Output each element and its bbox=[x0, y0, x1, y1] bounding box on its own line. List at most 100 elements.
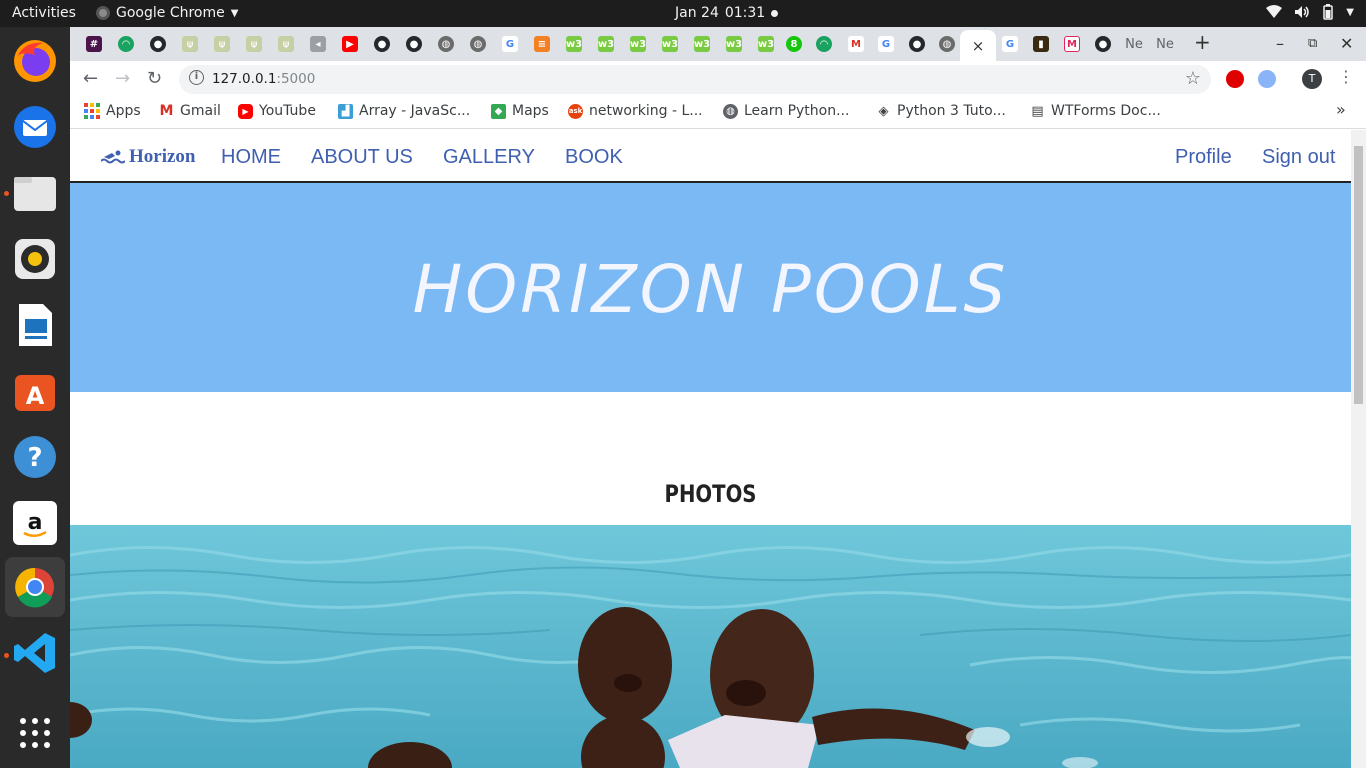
nav-profile[interactable]: Profile bbox=[1175, 146, 1232, 169]
bookmark-gmail[interactable]: M Gmail bbox=[159, 103, 221, 119]
nav-gallery[interactable]: GALLERY bbox=[443, 146, 535, 169]
tab[interactable]: w3 bbox=[723, 33, 745, 55]
bookmark-learn-python[interactable]: ◍ Learn Python... bbox=[723, 103, 849, 119]
tab[interactable]: ● bbox=[147, 33, 169, 55]
active-tab[interactable]: × bbox=[960, 30, 996, 61]
tab[interactable]: ⍦ bbox=[275, 33, 297, 55]
amazon-icon[interactable]: a bbox=[11, 499, 59, 547]
adblock-extension-icon[interactable] bbox=[1226, 70, 1244, 88]
brand-link[interactable]: Horizon bbox=[101, 146, 196, 168]
bookmark-networking[interactable]: ask networking - L... bbox=[568, 103, 703, 119]
tab[interactable]: ⍦ bbox=[243, 33, 265, 55]
page-scrollbar[interactable] bbox=[1351, 130, 1366, 768]
app-menu[interactable]: Google Chrome ▼ bbox=[96, 5, 238, 21]
chrome-app-icon bbox=[96, 6, 110, 20]
tab[interactable]: ≡ bbox=[531, 33, 553, 55]
tab[interactable]: ◂ bbox=[307, 33, 329, 55]
tab[interactable]: G bbox=[499, 33, 521, 55]
restore-button[interactable]: ⧉ bbox=[1308, 36, 1317, 51]
tab[interactable]: G bbox=[999, 33, 1021, 55]
tab-close-icon[interactable]: × bbox=[972, 37, 985, 55]
minimize-button[interactable]: – bbox=[1276, 34, 1284, 53]
nav-book[interactable]: BOOK bbox=[565, 146, 623, 169]
tab[interactable]: M bbox=[845, 33, 867, 55]
rhythmbox-icon[interactable] bbox=[11, 235, 59, 283]
libreoffice-impress-icon[interactable] bbox=[11, 301, 59, 349]
tab[interactable]: ◍ bbox=[435, 33, 457, 55]
new-tab-button[interactable]: + bbox=[1194, 30, 1211, 54]
bookmarks-overflow-button[interactable]: » bbox=[1336, 100, 1346, 119]
help-icon[interactable]: ? bbox=[11, 433, 59, 481]
activities-button[interactable]: Activities bbox=[12, 5, 76, 21]
chrome-menu-icon[interactable]: ⋮ bbox=[1338, 67, 1354, 86]
scrollbar-thumb[interactable] bbox=[1354, 146, 1363, 404]
w3schools-icon: w3 bbox=[758, 36, 774, 52]
ubuntu-software-icon[interactable]: A bbox=[11, 367, 59, 415]
page-viewport: Horizon HOME ABOUT US GALLERY BOOK Profi… bbox=[70, 130, 1366, 768]
swimmer-icon bbox=[101, 150, 125, 164]
tab[interactable]: ◍ bbox=[936, 33, 958, 55]
bookmark-python3-tutorial[interactable]: ◈ Python 3 Tuto... bbox=[876, 103, 1006, 119]
tab[interactable]: w3 bbox=[627, 33, 649, 55]
nav-sign-out[interactable]: Sign out bbox=[1262, 146, 1335, 169]
tab[interactable]: w3 bbox=[659, 33, 681, 55]
site-info-icon[interactable]: i bbox=[189, 70, 204, 85]
show-applications-icon[interactable] bbox=[11, 709, 59, 757]
tab[interactable]: ◍ bbox=[467, 33, 489, 55]
system-tray[interactable]: ▼ bbox=[1266, 4, 1354, 20]
bookmark-youtube[interactable]: ▶ YouTube bbox=[238, 103, 316, 119]
bookmark-apps[interactable]: Apps bbox=[84, 103, 141, 119]
tab[interactable]: w3 bbox=[691, 33, 713, 55]
tab[interactable]: 8 bbox=[783, 33, 805, 55]
files-icon[interactable] bbox=[11, 169, 59, 217]
bookmark-label: Maps bbox=[512, 103, 549, 119]
close-window-button[interactable]: ✕ bbox=[1340, 34, 1353, 53]
hero-banner: HORIZON POOLS bbox=[70, 183, 1351, 392]
url-text[interactable]: 127.0.0.1:5000 bbox=[212, 71, 315, 87]
tab[interactable]: ● bbox=[403, 33, 425, 55]
bookmark-star-icon[interactable]: ☆ bbox=[1185, 68, 1201, 89]
tab[interactable]: w3 bbox=[595, 33, 617, 55]
tab[interactable]: ◠ bbox=[115, 33, 137, 55]
bookmark-label: Learn Python... bbox=[744, 103, 850, 119]
nav-about-us[interactable]: ABOUT US bbox=[311, 146, 413, 169]
vscode-icon[interactable] bbox=[11, 629, 59, 677]
back-button[interactable]: ← bbox=[83, 68, 98, 89]
tab[interactable]: ● bbox=[1092, 33, 1114, 55]
palm-icon: ⍦ bbox=[246, 36, 262, 52]
tab[interactable]: # bbox=[83, 33, 105, 55]
tab[interactable]: ◠ bbox=[813, 33, 835, 55]
app-menu-caret-icon: ▼ bbox=[230, 7, 239, 19]
forward-button[interactable]: → bbox=[115, 68, 130, 89]
tab[interactable]: w3 bbox=[563, 33, 585, 55]
reload-button[interactable]: ↻ bbox=[147, 68, 162, 89]
firefox-icon[interactable] bbox=[11, 37, 59, 85]
tab[interactable]: ▶ bbox=[339, 33, 361, 55]
tab[interactable]: Ne bbox=[1154, 33, 1176, 55]
clock[interactable]: Jan 24 01:31 bbox=[675, 5, 779, 21]
chrome-icon[interactable] bbox=[11, 563, 59, 611]
nav-home[interactable]: HOME bbox=[221, 146, 281, 169]
tab[interactable]: M bbox=[1061, 33, 1083, 55]
tab[interactable]: ● bbox=[371, 33, 393, 55]
gmail-icon: M bbox=[159, 103, 174, 119]
thunderbird-icon[interactable] bbox=[11, 103, 59, 151]
profile-avatar[interactable]: T bbox=[1302, 69, 1322, 89]
bookmark-maps[interactable]: ◆ Maps bbox=[491, 103, 549, 119]
bookmark-wtforms-docs[interactable]: ▤ WTForms Doc... bbox=[1030, 103, 1160, 119]
tab[interactable]: ⍦ bbox=[179, 33, 201, 55]
svg-text:A: A bbox=[26, 382, 45, 410]
tab-strip: # ◠ ● ⍦ ⍦ ⍦ ⍦ ◂ ▶ ● ● ◍ ◍ G ≡ w3 w3 w3 w… bbox=[70, 27, 1366, 61]
tab[interactable]: ⍦ bbox=[211, 33, 233, 55]
tab[interactable]: w3 bbox=[755, 33, 777, 55]
address-bar[interactable]: i 127.0.0.1:5000 ☆ bbox=[179, 65, 1211, 94]
tab[interactable]: G bbox=[875, 33, 897, 55]
google-icon: G bbox=[878, 36, 894, 52]
bookmark-array-javascript[interactable]: ▟ Array - JavaSc... bbox=[338, 103, 470, 119]
tab[interactable]: ● bbox=[906, 33, 928, 55]
extension-icon[interactable] bbox=[1258, 70, 1276, 88]
browser-toolbar: ← → ↻ i 127.0.0.1:5000 ☆ T ⋮ bbox=[70, 61, 1366, 97]
tab[interactable]: ▮ bbox=[1030, 33, 1052, 55]
tab[interactable]: Ne bbox=[1123, 33, 1145, 55]
slack-icon: # bbox=[86, 36, 102, 52]
